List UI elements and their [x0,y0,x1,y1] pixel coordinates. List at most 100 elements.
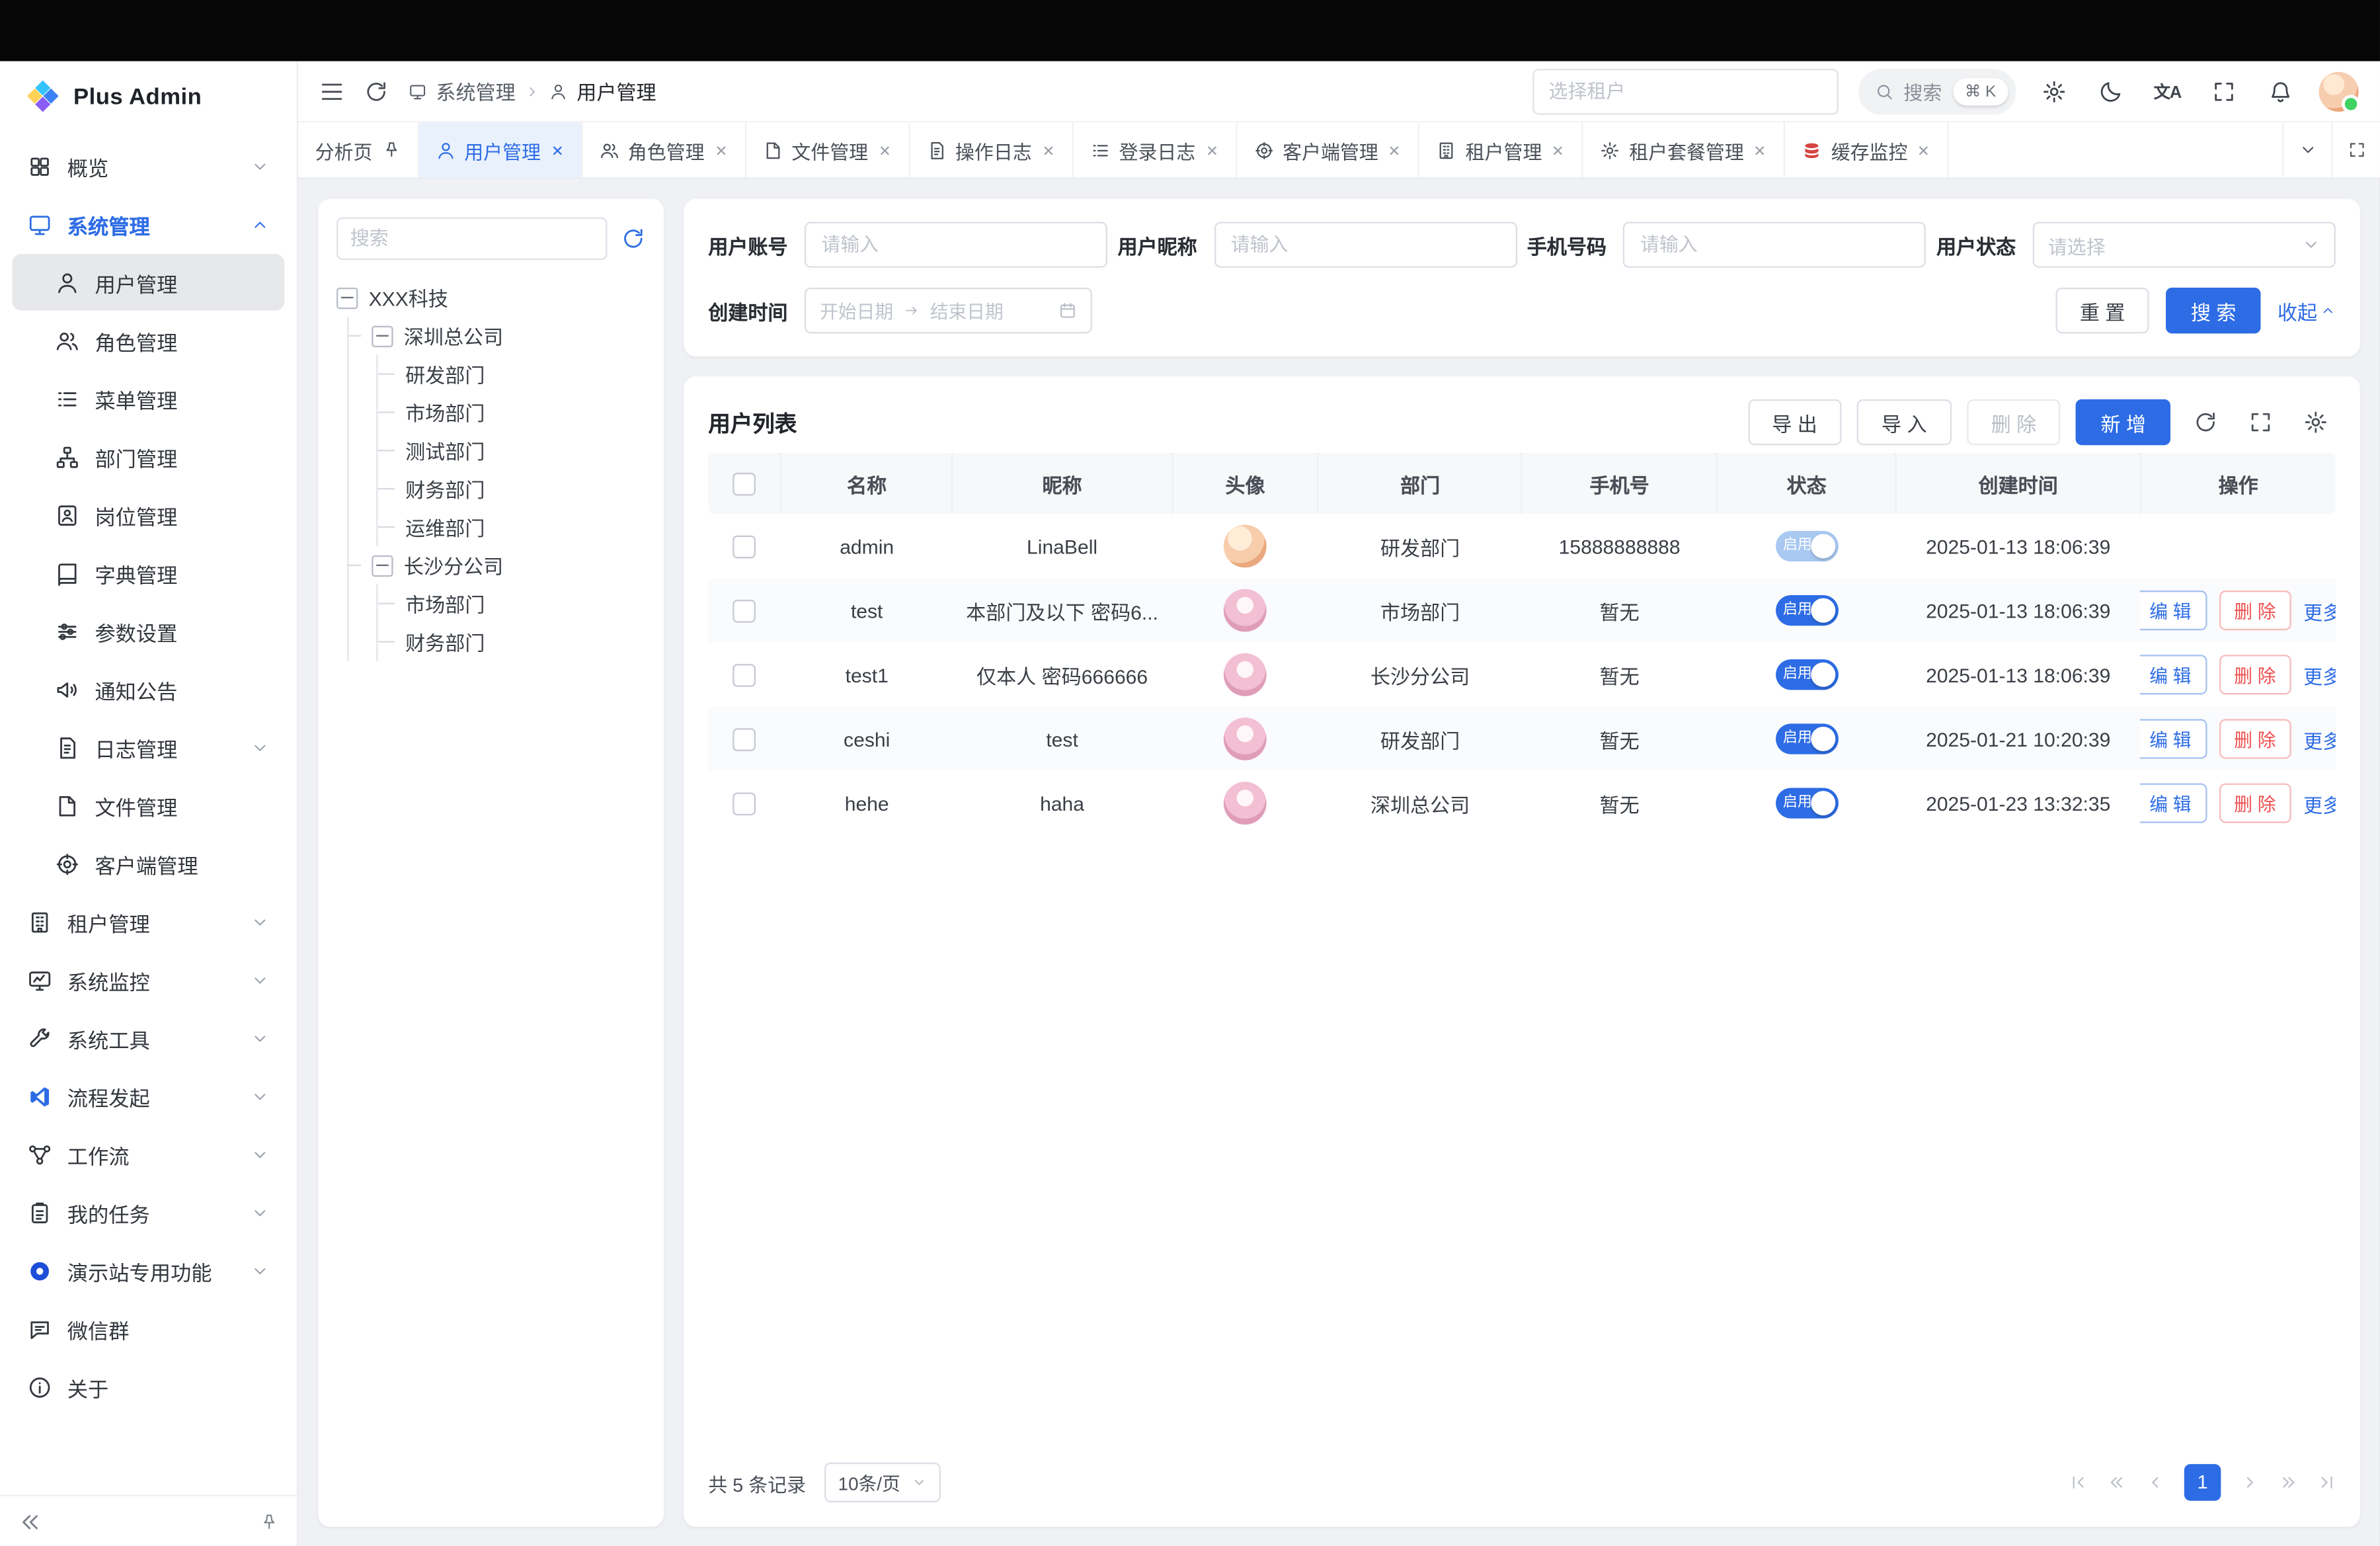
delete-row-button[interactable]: 删 除 [2219,784,2291,823]
row-checkbox[interactable] [733,663,756,686]
close-icon[interactable] [713,143,727,157]
edit-button[interactable]: 编 辑 [2140,590,2206,630]
table-row[interactable]: ceshi test 研发部门 暂无 启用 2025-01-21 10:20:3… [708,707,2336,771]
content-fullscreen-icon[interactable] [2331,122,2380,177]
sidebar-group-process-start[interactable]: 流程发起 [13,1068,285,1125]
prev-group-icon[interactable] [2108,1473,2126,1492]
status-toggle[interactable]: 启用 [1775,788,1838,819]
sidebar-item-menu-management[interactable]: 菜单管理 [13,370,285,427]
tree-leaf[interactable]: 市场部门 [395,585,645,623]
collapse-toggle-icon[interactable] [372,555,393,576]
status-toggle[interactable]: 启用 [1775,659,1838,690]
status-toggle[interactable]: 启用 [1775,723,1838,754]
tree-refresh-icon[interactable] [621,226,645,251]
tenant-select-input[interactable] [1532,68,1838,114]
tree-node-branch[interactable]: 深圳总公司 [366,317,645,355]
sidebar-group-system[interactable]: 系统管理 [13,196,285,253]
collapse-toggle-icon[interactable] [372,325,393,346]
tree-leaf[interactable]: 财务部门 [395,623,645,661]
sidebar-item-dept-management[interactable]: 部门管理 [13,428,285,485]
sidebar-item-about[interactable]: 关于 [13,1358,285,1415]
close-icon[interactable] [877,143,891,157]
close-icon[interactable] [1041,143,1055,157]
tab-login-log[interactable]: 登录日志 [1073,122,1237,177]
sidebar-item-dict-management[interactable]: 字典管理 [13,545,285,602]
fullscreen-icon[interactable] [2205,73,2242,110]
status-toggle[interactable]: 启用 [1775,531,1838,561]
sidebar-group-workflow[interactable]: 工作流 [13,1126,285,1183]
close-icon[interactable] [1205,143,1218,157]
tab-file-management[interactable]: 文件管理 [746,122,910,177]
search-button[interactable]: 搜 索 [2166,288,2261,333]
column-settings-gear-icon[interactable] [2296,402,2336,442]
next-group-icon[interactable] [2279,1473,2297,1492]
app-logo[interactable]: Plus Admin [0,61,297,132]
edit-button[interactable]: 编 辑 [2140,655,2206,694]
tab-role-management[interactable]: 角色管理 [582,122,746,177]
tab-list-dropdown-icon[interactable] [2282,122,2331,177]
settings-gear-icon[interactable] [2036,73,2073,110]
sidebar-group-my-tasks[interactable]: 我的任务 [13,1184,285,1241]
tree-leaf[interactable]: 财务部门 [395,469,645,508]
sidebar-item-file-management[interactable]: 文件管理 [13,777,285,834]
notifications-bell-icon[interactable] [2262,73,2299,110]
sidebar-group-demo-features[interactable]: 演示站专用功能 [13,1242,285,1299]
more-link[interactable]: 更多 [2303,596,2336,625]
table-fullscreen-icon[interactable] [2241,402,2280,442]
sidebar-item-role-management[interactable]: 角色管理 [13,312,285,369]
tab-cache-monitor[interactable]: 缓存监控 [1785,122,1949,177]
table-refresh-icon[interactable] [2186,402,2225,442]
account-input[interactable] [805,222,1107,267]
language-switch-icon[interactable]: 文A [2149,73,2186,110]
collapse-sidebar-icon[interactable] [19,1509,43,1533]
tree-leaf[interactable]: 测试部门 [395,431,645,469]
pin-icon[interactable] [381,141,400,159]
date-range-picker[interactable]: 开始日期 结束日期 [805,288,1092,333]
close-icon[interactable] [550,143,564,157]
tree-node-root[interactable]: XXX科技 [337,278,645,317]
tab-tenant-package-management[interactable]: 租户套餐管理 [1583,122,1785,177]
prev-page-icon[interactable] [2146,1473,2164,1492]
more-link[interactable]: 更多 [2303,724,2336,753]
close-icon[interactable] [1753,143,1767,157]
import-button[interactable]: 导 入 [1857,399,1952,445]
close-icon[interactable] [1388,143,1402,157]
sidebar-item-overview[interactable]: 概览 [13,138,285,194]
table-row[interactable]: test1 仅本人 密码666666 长沙分公司 暂无 启用 2025-01-1… [708,643,2336,707]
tree-search-input[interactable] [337,218,608,261]
status-toggle[interactable]: 启用 [1775,595,1838,626]
user-avatar[interactable] [2319,71,2358,111]
sidebar-group-tenant-management[interactable]: 租户管理 [13,893,285,950]
first-page-icon[interactable] [2069,1473,2088,1492]
tree-leaf[interactable]: 运维部门 [395,508,645,546]
refresh-icon[interactable] [364,79,389,103]
edit-button[interactable]: 编 辑 [2140,719,2206,758]
tree-leaf[interactable]: 研发部门 [395,355,645,393]
sidebar-item-post-management[interactable]: 岗位管理 [13,487,285,544]
last-page-icon[interactable] [2317,1473,2336,1492]
close-icon[interactable] [1917,143,1930,157]
pin-sidebar-icon[interactable] [260,1512,278,1531]
table-row[interactable]: test 本部门及以下 密码6... 市场部门 暂无 启用 2025-01-13… [708,579,2336,643]
delete-row-button[interactable]: 删 除 [2219,655,2291,694]
sidebar-item-user-management[interactable]: 用户管理 [13,254,285,311]
global-search-button[interactable]: 搜索 ⌘ K [1858,68,2016,114]
sidebar-group-system-monitor[interactable]: 系统监控 [13,952,285,1008]
row-checkbox[interactable] [733,792,756,815]
close-icon[interactable] [1551,143,1565,157]
row-checkbox[interactable] [733,727,756,751]
page-number-current[interactable]: 1 [2184,1464,2221,1501]
sidebar-item-notice[interactable]: 通知公告 [13,661,285,717]
delete-button[interactable]: 删 除 [1967,399,2061,445]
more-link[interactable]: 更多 [2303,789,2336,818]
status-select[interactable]: 请选择 [2033,222,2336,267]
sidebar-item-client-management[interactable]: 客户端管理 [13,835,285,892]
export-button[interactable]: 导 出 [1747,399,1842,445]
sidebar-item-param-settings[interactable]: 参数设置 [13,603,285,660]
dark-mode-moon-icon[interactable] [2092,73,2129,110]
page-size-select[interactable]: 10条/页 [824,1463,941,1502]
edit-button[interactable]: 编 辑 [2140,784,2206,823]
collapse-filters-link[interactable]: 收起 [2278,296,2336,325]
breadcrumb-current[interactable]: 用户管理 [576,77,656,106]
add-button[interactable]: 新 增 [2076,399,2170,445]
